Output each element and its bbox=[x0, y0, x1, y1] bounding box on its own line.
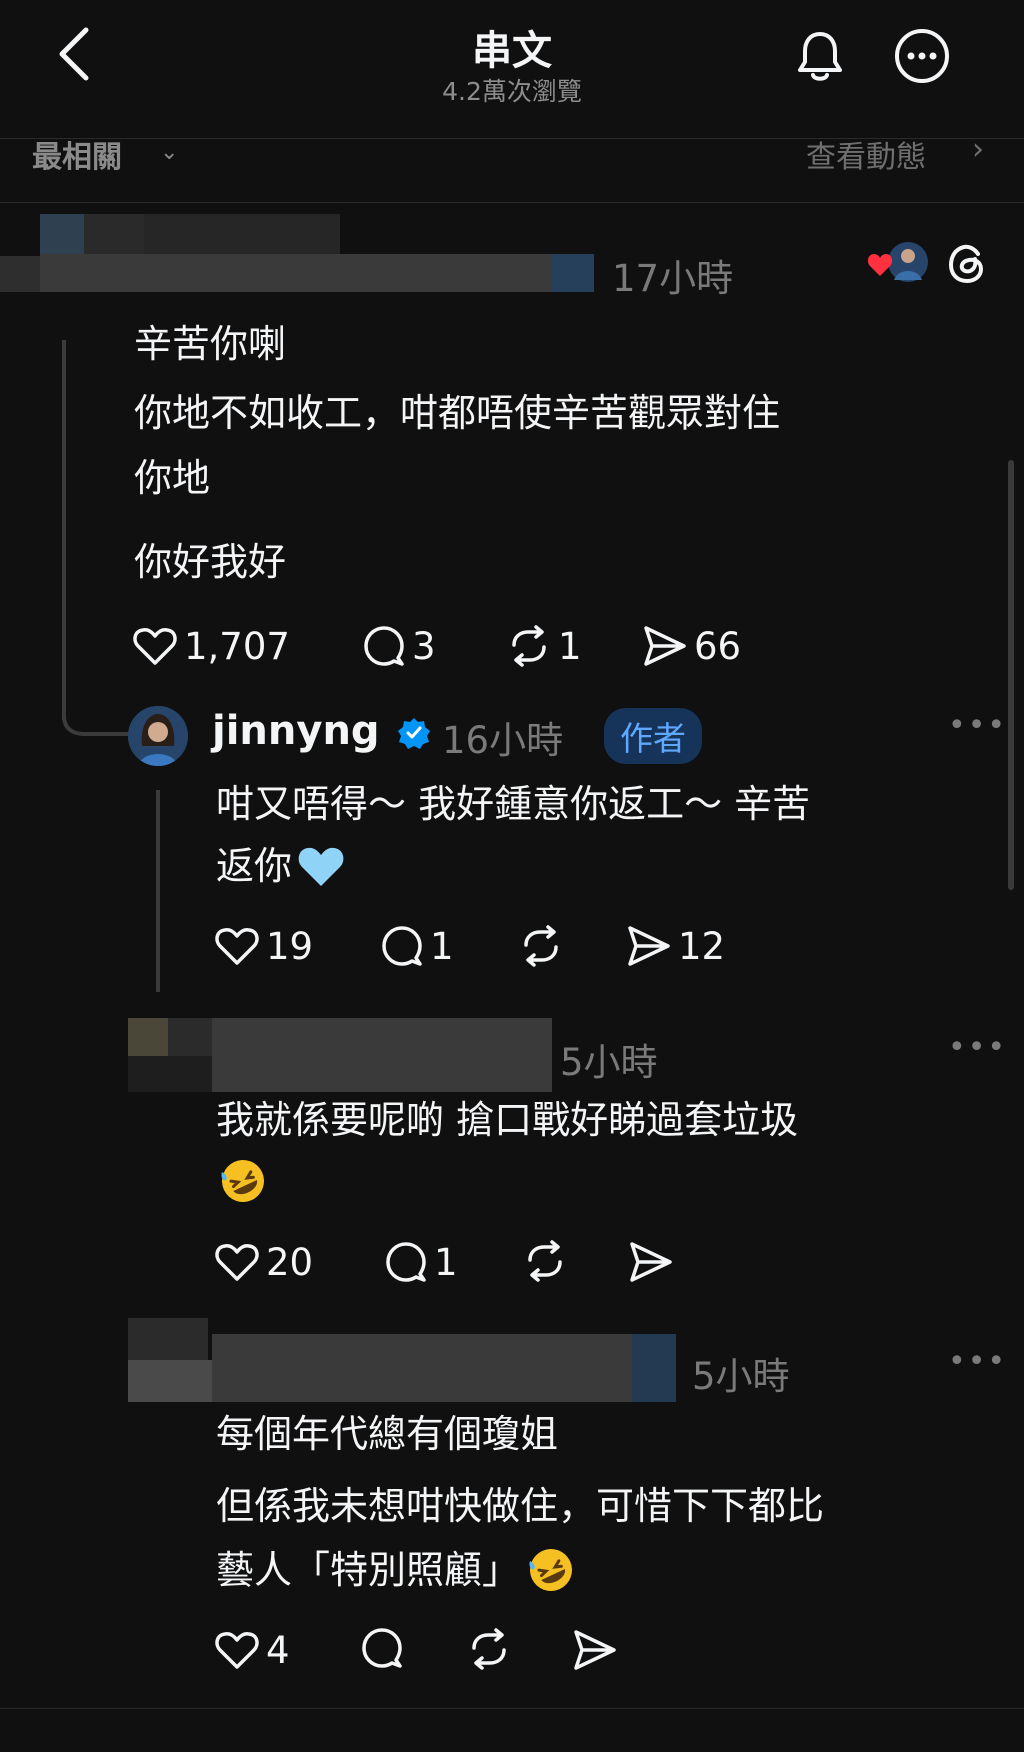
author-username[interactable]: jinnyng bbox=[212, 708, 380, 754]
comment-text-line-with-emoji: 藝人「特別照顧」 bbox=[216, 1538, 576, 1602]
page-title: 串文 bbox=[472, 28, 552, 74]
comment-icon bbox=[362, 1628, 402, 1668]
thread-connector-curve bbox=[62, 700, 132, 740]
repost-icon bbox=[472, 1628, 506, 1670]
heart-outline-icon bbox=[215, 1632, 259, 1669]
comment-text-line: 你地不如收工，咁都唔使辛苦觀眾對住 bbox=[134, 391, 781, 435]
like-count: 4 bbox=[266, 1628, 290, 1672]
reply-count: 1 bbox=[430, 924, 454, 968]
notification-button[interactable] bbox=[790, 26, 850, 86]
reply-button[interactable]: 1 bbox=[384, 1238, 458, 1286]
repost-button[interactable]: 1 bbox=[506, 622, 582, 670]
repost-button[interactable] bbox=[522, 1238, 568, 1286]
threads-logo-icon[interactable] bbox=[944, 240, 992, 288]
share-button[interactable]: 12 bbox=[626, 922, 725, 970]
share-button[interactable] bbox=[572, 1628, 618, 1676]
comment-text-line: 辛苦你喇 bbox=[134, 322, 287, 366]
comment-text-line: 但係我未想咁快做住，可惜下下都比 bbox=[216, 1484, 825, 1528]
blurred-username bbox=[0, 194, 612, 298]
more-options-button[interactable]: ••• bbox=[948, 1030, 1007, 1065]
comment-text-line: 我就係要呢啲 搶口戰好睇過套垃圾 bbox=[216, 1098, 799, 1142]
more-options-button[interactable]: ••• bbox=[948, 1344, 1007, 1379]
divider bbox=[0, 1708, 1024, 1709]
share-button[interactable] bbox=[628, 1240, 674, 1288]
reply-button[interactable] bbox=[360, 1626, 404, 1674]
comment-text-line-with-emoji: 返你 bbox=[216, 834, 346, 898]
repost-count: 1 bbox=[558, 624, 582, 668]
like-button[interactable]: 19 bbox=[214, 922, 313, 970]
heart-outline-icon bbox=[215, 928, 259, 965]
share-button[interactable]: 66 bbox=[642, 622, 741, 670]
blurred-username bbox=[128, 1318, 680, 1402]
blurred-username bbox=[128, 1018, 552, 1092]
scrollbar[interactable] bbox=[1008, 460, 1014, 890]
like-count: 19 bbox=[266, 924, 314, 968]
send-icon bbox=[644, 626, 686, 666]
chevron-down-icon: ⌄ bbox=[160, 140, 179, 165]
send-icon bbox=[630, 1242, 672, 1282]
more-icon bbox=[895, 29, 949, 83]
heart-icon bbox=[867, 254, 893, 276]
like-button[interactable]: 20 bbox=[214, 1238, 313, 1286]
avatar[interactable] bbox=[128, 706, 188, 766]
repost-button[interactable] bbox=[518, 922, 564, 970]
comment-text-line: 每個年代總有個瓊姐 bbox=[216, 1412, 559, 1456]
more-options-button[interactable]: ••• bbox=[948, 708, 1007, 743]
bell-icon bbox=[798, 32, 842, 81]
repost-icon bbox=[512, 625, 546, 667]
back-button[interactable] bbox=[48, 22, 104, 86]
comment-time: 16小時 bbox=[442, 719, 564, 762]
comment-icon bbox=[386, 1242, 426, 1282]
heart-outline-icon bbox=[133, 628, 177, 665]
rofl-icon bbox=[218, 1156, 268, 1206]
repost-icon bbox=[524, 925, 558, 967]
heart-outline-icon bbox=[215, 1244, 259, 1281]
reply-count: 1 bbox=[434, 1240, 458, 1284]
repost-icon bbox=[528, 1240, 562, 1282]
reply-count: 3 bbox=[412, 624, 436, 668]
send-icon bbox=[574, 1630, 616, 1670]
comment-text-line: 你地 bbox=[134, 456, 211, 500]
thread-connector-line bbox=[62, 340, 66, 720]
like-button[interactable]: 1,707 bbox=[132, 622, 290, 670]
comment-time: 5小時 bbox=[692, 1355, 790, 1398]
repost-button[interactable] bbox=[466, 1626, 512, 1674]
like-count: 20 bbox=[266, 1240, 314, 1284]
reply-button[interactable]: 1 bbox=[380, 922, 454, 970]
back-icon bbox=[59, 27, 89, 81]
share-count: 12 bbox=[678, 924, 726, 968]
more-options-button[interactable] bbox=[892, 26, 952, 86]
like-button[interactable]: 4 bbox=[214, 1626, 290, 1674]
comment-time: 5小時 bbox=[560, 1041, 658, 1084]
view-count: 4.2萬次瀏覽 bbox=[442, 77, 582, 106]
sort-dropdown[interactable]: 最相關 bbox=[32, 132, 122, 176]
view-activity-link[interactable]: 查看動態 bbox=[806, 132, 926, 176]
reply-button[interactable]: 3 bbox=[362, 622, 436, 670]
comment-text-line: 你好我好 bbox=[134, 540, 287, 584]
verified-badge-icon bbox=[397, 716, 431, 750]
comment-time: 17小時 bbox=[612, 257, 734, 300]
like-count: 1,707 bbox=[184, 624, 290, 668]
share-count: 66 bbox=[694, 624, 742, 668]
comment-icon bbox=[364, 626, 404, 666]
comment-icon bbox=[382, 926, 422, 966]
author-badge: 作者 bbox=[604, 708, 702, 764]
liked-by-author-indicator bbox=[866, 240, 930, 284]
send-icon bbox=[628, 926, 670, 966]
thread-connector-line bbox=[156, 790, 160, 992]
blue-heart-icon bbox=[298, 847, 344, 886]
rofl-icon bbox=[529, 1549, 573, 1591]
comment-text-line: 咁又唔得～ 我好鍾意你返工～ 辛苦 bbox=[216, 782, 811, 826]
chevron-right-icon: › bbox=[972, 132, 984, 167]
